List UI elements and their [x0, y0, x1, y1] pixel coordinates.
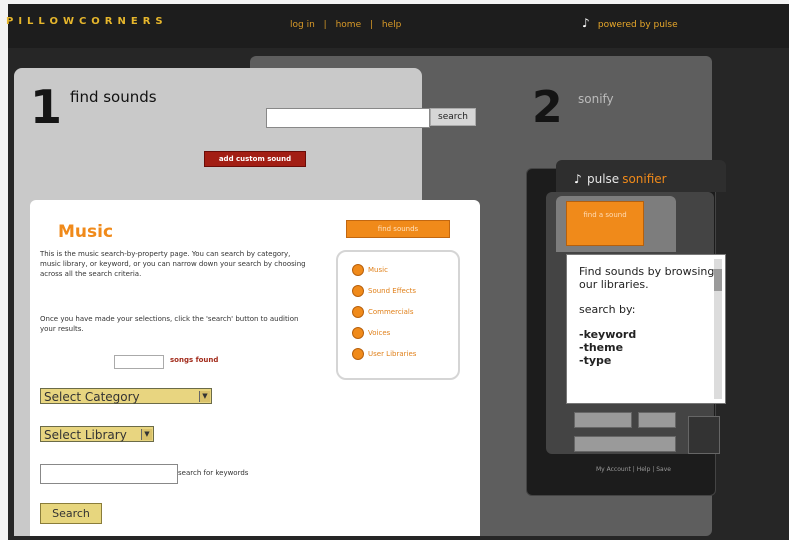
info-option-theme: -theme [579, 341, 624, 354]
category-item-music[interactable]: Music [352, 264, 388, 276]
find-sounds-search-input[interactable] [266, 108, 430, 128]
category-label: Voices [368, 329, 391, 337]
category-label: User Libraries [368, 350, 417, 358]
widget-button-left[interactable] [574, 412, 632, 428]
nav-login-link[interactable]: log in [290, 20, 315, 30]
info-option-keyword: -keyword [579, 328, 637, 341]
add-custom-sound-button[interactable]: add custom sound [204, 151, 306, 167]
category-select[interactable]: Select Category ▼ [40, 388, 212, 404]
category-select-value: Select Category [44, 390, 140, 404]
category-item-commercials[interactable]: Commercials [352, 306, 414, 318]
brand-text: pulse [587, 172, 620, 186]
sonifier-brand: ♪ pulse sonifier [574, 172, 667, 186]
music-search-button[interactable]: Search [40, 503, 102, 524]
music-instructions: Once you have made your selections, clic… [40, 315, 299, 333]
step1-number: 1 [30, 80, 63, 134]
chevron-down-icon[interactable]: ▼ [199, 391, 210, 402]
powered-by-pulse[interactable]: ♪ powered by pulse [582, 16, 678, 30]
category-label: Music [368, 266, 388, 274]
music-title: Music [58, 222, 114, 242]
scrollbar-thumb[interactable] [714, 269, 722, 291]
music-note-icon: ♪ [582, 16, 590, 30]
widget-footer-links[interactable]: My Account | Help | Save [596, 466, 671, 473]
info-line: Find sounds by browsing our libraries. [579, 265, 715, 291]
step2-number: 2 [532, 82, 563, 133]
nav-home-link[interactable]: home [336, 20, 362, 30]
sonifier-info-box: Find sounds by browsing our libraries. s… [566, 254, 726, 404]
info-scrollbar[interactable] [714, 259, 722, 399]
category-bullet-icon [352, 327, 364, 339]
top-nav: log in | home | help [290, 20, 407, 30]
category-bullet-icon [352, 306, 364, 318]
music-note-icon: ♪ [574, 172, 582, 186]
widget-button-wide[interactable] [574, 436, 676, 452]
songs-count-box [114, 355, 164, 369]
nav-separator: | [323, 20, 327, 30]
category-label: Sound Effects [368, 287, 417, 295]
chevron-down-icon[interactable]: ▼ [141, 429, 152, 440]
powered-by-text: powered by pulse [597, 20, 678, 30]
category-bullet-icon [352, 285, 364, 297]
nav-help-link[interactable]: help [382, 20, 401, 30]
category-item-voices[interactable]: Voices [352, 327, 390, 339]
keywords-label: search for keywords [178, 469, 249, 477]
library-select-value: Select Library [44, 428, 127, 442]
step1-label: find sounds [70, 88, 157, 106]
brand-accent-text: sonifier [622, 172, 667, 186]
category-item-sound-effects[interactable]: Sound Effects [352, 285, 416, 297]
step2-label: sonify [578, 92, 614, 106]
find-sounds-tab[interactable]: find sounds [346, 220, 450, 238]
category-label: Commercials [368, 308, 414, 316]
logo-text: PILLOWCORNERS [6, 16, 168, 27]
music-description: This is the music search-by-property pag… [40, 250, 306, 278]
category-item-user-libraries[interactable]: User Libraries [352, 348, 416, 360]
category-bullet-icon [352, 264, 364, 276]
info-option-type: -type [579, 354, 612, 367]
widget-button-right[interactable] [638, 412, 676, 428]
songs-found-label: songs found [170, 356, 219, 364]
category-bullet-icon [352, 348, 364, 360]
site-logo[interactable]: PILLOWCORNERS [6, 16, 168, 27]
find-sounds-search-button[interactable]: search [430, 108, 476, 126]
info-search-by: search by: [579, 303, 636, 316]
find-a-sound-tab[interactable]: find a sound [566, 201, 644, 246]
library-select[interactable]: Select Library ▼ [40, 426, 154, 442]
widget-side-button[interactable] [688, 416, 720, 454]
nav-separator: | [369, 20, 374, 30]
sonifier-info-text: Find sounds by browsing our libraries. s… [579, 265, 717, 367]
keywords-input[interactable] [40, 464, 178, 484]
